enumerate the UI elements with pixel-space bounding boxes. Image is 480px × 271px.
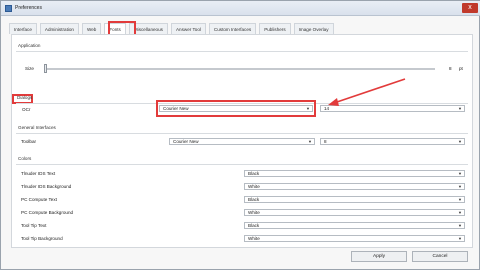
- annotation-arrow: [328, 78, 406, 106]
- arrow-line: [333, 78, 406, 104]
- arrow-head: [328, 98, 339, 106]
- preferences-window: Preferences x Interface Administration W…: [0, 0, 480, 270]
